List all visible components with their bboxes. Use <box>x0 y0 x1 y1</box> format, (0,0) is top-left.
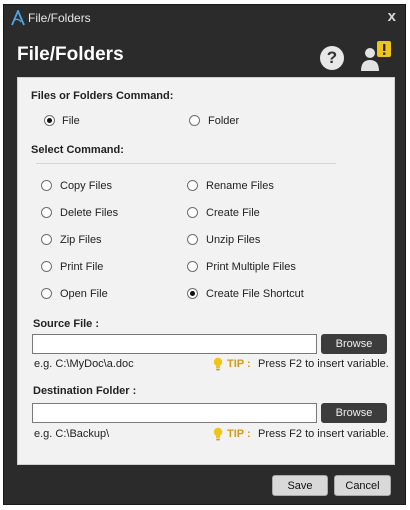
radio-copy-files-label: Copy Files <box>60 180 112 192</box>
source-tip-text: Press F2 to insert variable. <box>258 358 389 370</box>
command-section-label: Select Command: <box>31 144 124 156</box>
radio-delete-files[interactable] <box>41 207 52 218</box>
user-alert-icon[interactable] <box>358 41 392 71</box>
radio-rename-files[interactable] <box>187 180 198 191</box>
destination-folder-input[interactable] <box>32 403 317 423</box>
destination-example-text: e.g. C:\Backup\ <box>34 428 110 440</box>
destination-browse-button[interactable]: Browse <box>321 403 387 423</box>
command-panel: Files or Folders Command: File Folder Se… <box>17 77 395 465</box>
radio-file-label: File <box>62 115 80 127</box>
footer: Save Cancel <box>4 471 405 506</box>
a-logo-icon <box>11 10 25 26</box>
divider <box>36 163 336 164</box>
page-title: File/Folders <box>17 44 124 65</box>
radio-open-file[interactable] <box>41 288 52 299</box>
destination-tip-label: TIP : <box>227 428 251 440</box>
radio-unzip-files[interactable] <box>187 234 198 245</box>
radio-unzip-files-label: Unzip Files <box>206 234 261 246</box>
source-file-input[interactable] <box>32 334 317 354</box>
question-icon[interactable]: ? <box>320 46 344 70</box>
destination-folder-label: Destination Folder : <box>33 385 137 397</box>
lightbulb-icon <box>213 357 223 371</box>
source-tip-label: TIP : <box>227 358 251 370</box>
source-file-label: Source File : <box>33 318 100 330</box>
save-button[interactable]: Save <box>272 475 328 496</box>
window-title: File/Folders <box>28 11 91 25</box>
source-example-text: e.g. C:\MyDoc\a.doc <box>34 358 134 370</box>
radio-delete-files-label: Delete Files <box>60 207 119 219</box>
radio-zip-files-label: Zip Files <box>60 234 102 246</box>
title-bar[interactable]: File/Folders x <box>4 5 405 31</box>
close-button[interactable]: x <box>388 8 396 25</box>
radio-print-file-label: Print File <box>60 261 104 273</box>
lightbulb-icon <box>213 427 223 441</box>
radio-create-file-shortcut-label: Create File Shortcut <box>206 288 304 300</box>
cancel-button[interactable]: Cancel <box>334 475 391 496</box>
type-section-label: Files or Folders Command: <box>31 90 174 102</box>
radio-create-file-shortcut[interactable] <box>187 288 198 299</box>
radio-open-file-label: Open File <box>60 288 108 300</box>
radio-folder-label: Folder <box>208 115 240 127</box>
radio-print-multiple-files-label: Print Multiple Files <box>206 261 296 273</box>
radio-print-file[interactable] <box>41 261 52 272</box>
radio-file[interactable] <box>44 115 55 126</box>
radio-folder[interactable] <box>189 115 200 126</box>
radio-create-file[interactable] <box>187 207 198 218</box>
radio-create-file-label: Create File <box>206 207 260 219</box>
dialog-window: File/Folders x File/Folders ? Files or F… <box>3 4 406 505</box>
destination-tip-text: Press F2 to insert variable. <box>258 428 389 440</box>
radio-zip-files[interactable] <box>41 234 52 245</box>
radio-rename-files-label: Rename Files <box>206 180 274 192</box>
radio-copy-files[interactable] <box>41 180 52 191</box>
radio-print-multiple-files[interactable] <box>187 261 198 272</box>
source-browse-button[interactable]: Browse <box>321 334 387 354</box>
header: File/Folders ? <box>4 31 405 81</box>
